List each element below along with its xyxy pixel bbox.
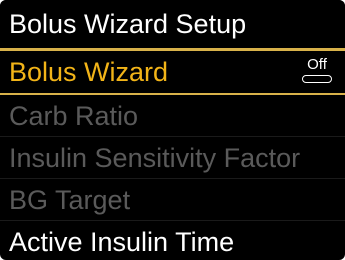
menu-item-label: Bolus Wizard	[9, 57, 169, 87]
menu-item-carb-ratio[interactable]: Carb Ratio	[0, 95, 345, 137]
screen-title: Bolus Wizard Setup	[0, 0, 345, 48]
toggle-switch-icon	[302, 75, 332, 83]
menu-item-label: Carb Ratio	[9, 101, 139, 131]
toggle-state-label: Off	[307, 56, 327, 73]
menu-item-bg-target[interactable]: BG Target	[0, 179, 345, 221]
setup-menu: Bolus Wizard Off Carb Ratio Insulin Sens…	[0, 49, 345, 260]
bolus-wizard-toggle[interactable]: Off	[300, 57, 334, 85]
menu-item-label: BG Target	[9, 185, 131, 215]
menu-item-label: Active Insulin Time	[9, 227, 235, 257]
menu-item-insulin-sensitivity-factor[interactable]: Insulin Sensitivity Factor	[0, 137, 345, 179]
menu-item-active-insulin-time[interactable]: Active Insulin Time	[0, 221, 345, 260]
menu-item-label: Insulin Sensitivity Factor	[9, 143, 301, 173]
menu-item-bolus-wizard[interactable]: Bolus Wizard Off	[0, 49, 345, 95]
pump-screen: Bolus Wizard Setup Bolus Wizard Off Carb…	[0, 0, 345, 260]
